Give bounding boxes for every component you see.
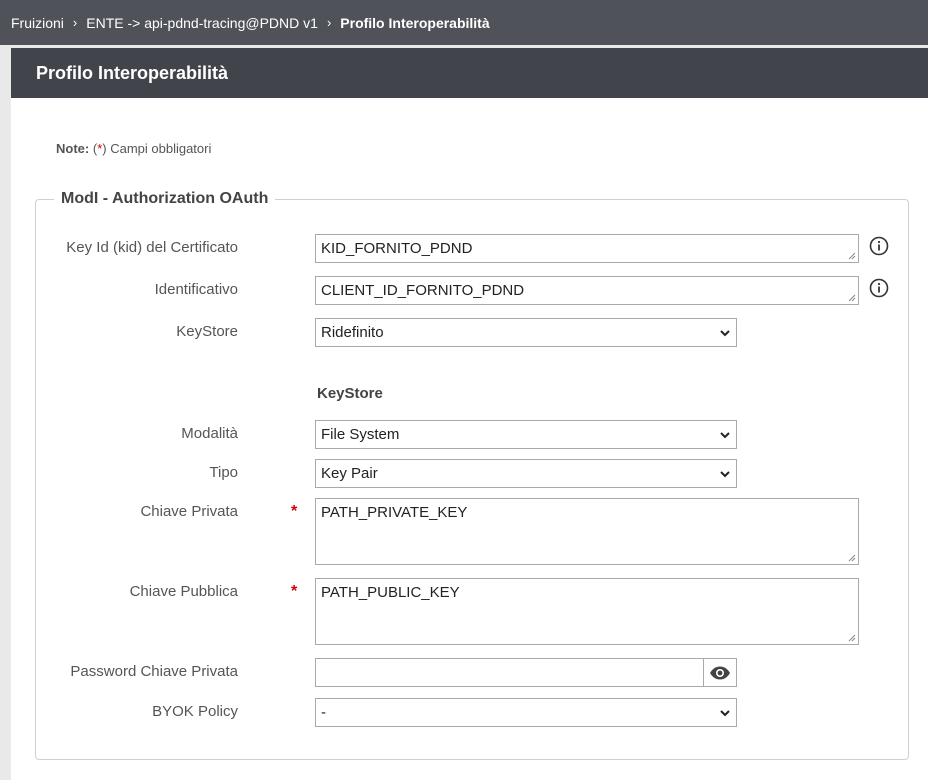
breadcrumb-item-ente[interactable]: ENTE -> api-pdnd-tracing@PDND v1 [86, 15, 318, 31]
byok-select[interactable]: - [315, 698, 737, 727]
keystore-label: KeyStore [176, 323, 238, 340]
breadcrumb-current: Profilo Interoperabilità [340, 14, 490, 31]
chevron-down-icon [720, 329, 730, 336]
eye-icon [710, 666, 730, 679]
breadcrumb-item-fruizioni[interactable]: Fruizioni [11, 15, 64, 31]
resize-handle-icon[interactable] [848, 252, 856, 260]
resize-handle-icon[interactable] [848, 554, 856, 562]
note-label: Note: [56, 141, 90, 156]
kid-input[interactable]: KID_FORNITO_PDND [315, 234, 859, 263]
required-note: Note: (*) Campi obbligatori [56, 141, 211, 156]
chiave-privata-value: PATH_PRIVATE_KEY [321, 504, 468, 521]
breadcrumb: Fruizioni › ENTE -> api-pdnd-tracing@PDN… [0, 0, 928, 45]
tipo-value: Key Pair [321, 465, 378, 482]
chevron-down-icon [720, 431, 730, 438]
chevron-down-icon [720, 470, 730, 477]
modalita-label: Modalità [181, 425, 238, 442]
modalita-select[interactable]: File System [315, 420, 737, 449]
chevron-down-icon [720, 709, 730, 716]
chevron-right-icon: › [72, 15, 78, 30]
resize-handle-icon[interactable] [848, 294, 856, 302]
byok-label: BYOK Policy [152, 703, 238, 720]
keystore-section-title: KeyStore [317, 385, 383, 402]
main-content: Note: (*) Campi obbligatori ModI - Autho… [11, 98, 928, 780]
identificativo-value: CLIENT_ID_FORNITO_PDND [321, 282, 525, 299]
show-password-button[interactable] [703, 658, 737, 687]
note-text: Campi obbligatori [106, 141, 212, 156]
info-icon[interactable] [869, 236, 889, 256]
password-label: Password Chiave Privata [70, 663, 238, 680]
required-star: * [291, 583, 298, 600]
tipo-select[interactable]: Key Pair [315, 459, 737, 488]
identificativo-input[interactable]: CLIENT_ID_FORNITO_PDND [315, 276, 859, 305]
chiave-pubblica-textarea[interactable]: PATH_PUBLIC_KEY [315, 578, 859, 645]
chevron-right-icon: › [326, 15, 332, 30]
byok-value: - [321, 704, 326, 721]
password-input[interactable] [315, 658, 703, 687]
chiave-privata-label: Chiave Privata [140, 503, 238, 520]
modalita-value: File System [321, 426, 400, 443]
keystore-value: Ridefinito [321, 324, 384, 341]
chiave-pubblica-value: PATH_PUBLIC_KEY [321, 584, 460, 601]
chiave-pubblica-label: Chiave Pubblica [129, 583, 238, 600]
oauth-fieldset: ModI - Authorization OAuth Key Id (kid) … [35, 190, 909, 760]
kid-label: Key Id (kid) del Certificato [66, 239, 238, 256]
chiave-privata-textarea[interactable]: PATH_PRIVATE_KEY [315, 498, 859, 565]
info-icon[interactable] [869, 278, 889, 298]
tipo-label: Tipo [209, 464, 238, 481]
fieldset-legend: ModI - Authorization OAuth [54, 190, 276, 208]
required-star: * [291, 503, 298, 520]
resize-handle-icon[interactable] [848, 634, 856, 642]
keystore-select[interactable]: Ridefinito [315, 318, 737, 347]
kid-value: KID_FORNITO_PDND [321, 240, 473, 257]
identificativo-label: Identificativo [154, 281, 238, 298]
page-title: Profilo Interoperabilità [11, 48, 928, 98]
